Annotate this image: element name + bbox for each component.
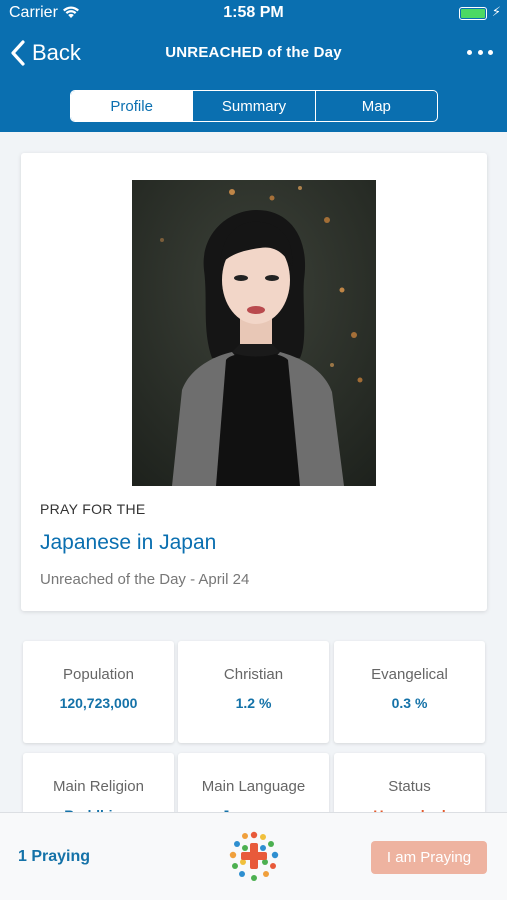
stat-christian: Christian 1.2 % — [178, 641, 329, 743]
stat-label: Main Religion — [53, 778, 144, 795]
more-icon[interactable] — [467, 47, 493, 57]
stat-label: Population — [63, 666, 134, 683]
page-title: UNREACHED of the Day — [165, 44, 342, 61]
status-bar: Carrier 1:58 PM ⚡ — [0, 0, 507, 26]
people-group-name[interactable]: Japanese in Japan — [40, 531, 216, 555]
praying-count[interactable]: 1 Praying — [18, 848, 90, 866]
battery-icon — [459, 7, 487, 20]
nav-bar: Back UNREACHED of the Day Profile Summar… — [0, 26, 507, 132]
tab-summary[interactable]: Summary — [192, 91, 314, 121]
people-group-photo — [132, 180, 376, 486]
stat-population: Population 120,723,000 — [23, 641, 174, 743]
stat-evangelical: Evangelical 0.3 % — [334, 641, 485, 743]
stat-label: Status — [388, 778, 431, 795]
segmented-control: Profile Summary Map — [70, 90, 438, 122]
stat-label: Main Language — [201, 778, 306, 795]
stat-value: 0.3 % — [391, 695, 428, 711]
i-am-praying-button[interactable]: I am Praying — [371, 841, 487, 874]
stat-label: Christian — [223, 666, 284, 683]
tab-map[interactable]: Map — [314, 91, 437, 121]
bottom-bar: 1 Praying I am Praying — [0, 812, 507, 900]
stat-value: 120,723,000 — [59, 695, 138, 711]
app-logo-icon — [229, 831, 279, 881]
tab-profile[interactable]: Profile — [71, 91, 193, 121]
unreached-date: Unreached of the Day - April 24 — [40, 571, 250, 588]
stat-label: Evangelical — [371, 666, 448, 683]
stat-value: 1.2 % — [235, 695, 272, 711]
clock: 1:58 PM — [223, 4, 284, 21]
charging-icon: ⚡ — [491, 4, 501, 19]
profile-card: PRAY FOR THE Japanese in Japan Unreached… — [21, 153, 487, 611]
pray-for-label: PRAY FOR THE — [40, 501, 146, 517]
